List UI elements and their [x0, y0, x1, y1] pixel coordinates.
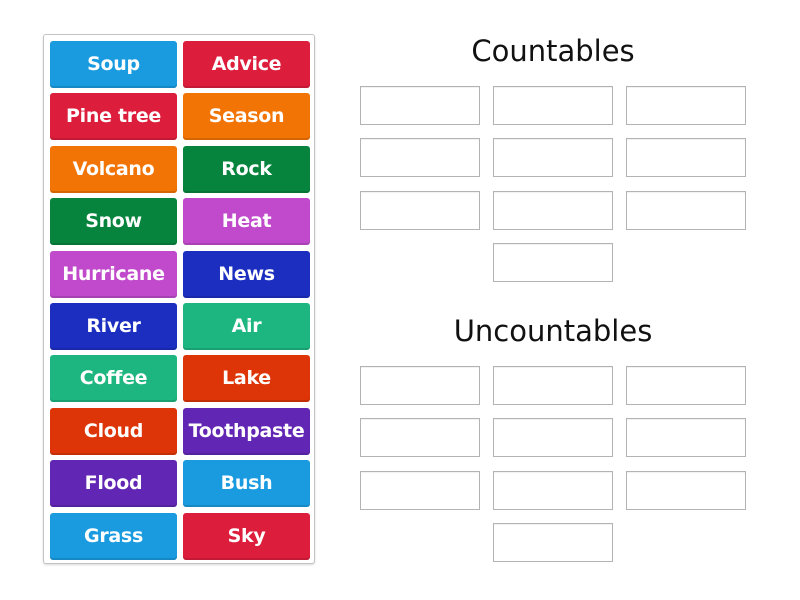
drop-slot[interactable] — [360, 366, 480, 405]
drop-slot[interactable] — [626, 190, 746, 230]
drop-slot[interactable] — [493, 138, 613, 178]
drop-slot[interactable] — [360, 86, 480, 125]
word-tile[interactable]: Season — [183, 93, 310, 141]
drop-slot[interactable] — [626, 86, 746, 125]
word-tile[interactable]: Heat — [183, 198, 310, 246]
drop-slot[interactable] — [626, 366, 746, 405]
word-tile[interactable]: Sky — [183, 512, 310, 560]
group-title-uncountables: Uncountables — [453, 314, 653, 348]
word-tile[interactable]: River — [50, 303, 177, 350]
drop-slot[interactable] — [360, 190, 480, 230]
word-tile[interactable]: Grass — [50, 512, 177, 560]
drop-slot[interactable] — [493, 190, 613, 230]
drop-slot[interactable] — [493, 366, 613, 405]
drop-slot[interactable] — [360, 418, 480, 458]
word-tile[interactable]: Bush — [183, 460, 310, 508]
word-tile[interactable]: Air — [183, 303, 310, 350]
drop-slot[interactable] — [626, 470, 746, 510]
word-tile[interactable]: News — [183, 250, 310, 298]
drop-slot[interactable] — [493, 470, 613, 510]
word-tile-tray: Soup Advice Pine tree Season Volcano Rock Snow… — [43, 34, 315, 564]
group-title-countables: Countables — [471, 34, 635, 68]
word-tile[interactable]: Advice — [183, 41, 310, 88]
word-tile[interactable]: Soup — [50, 41, 177, 88]
word-tile[interactable]: Cloud — [50, 407, 177, 455]
word-tile[interactable]: Toothpaste — [183, 407, 310, 455]
word-tile[interactable]: Flood — [50, 460, 177, 508]
drop-slot[interactable] — [626, 418, 746, 458]
word-tile[interactable]: Rock — [183, 145, 310, 193]
drop-slot[interactable] — [493, 243, 613, 283]
word-tile[interactable]: Hurricane — [50, 250, 177, 298]
drop-slot[interactable] — [626, 138, 746, 178]
word-tile[interactable]: Snow — [50, 198, 177, 246]
drop-slot[interactable] — [493, 418, 613, 458]
drop-slot[interactable] — [360, 470, 480, 510]
drop-slot[interactable] — [493, 86, 613, 125]
drop-slot[interactable] — [360, 138, 480, 178]
word-tile[interactable]: Coffee — [50, 355, 177, 403]
drop-slot[interactable] — [493, 523, 613, 563]
word-tile[interactable]: Volcano — [50, 145, 177, 193]
word-tile[interactable]: Pine tree — [50, 93, 177, 141]
word-tile[interactable]: Lake — [183, 355, 310, 403]
